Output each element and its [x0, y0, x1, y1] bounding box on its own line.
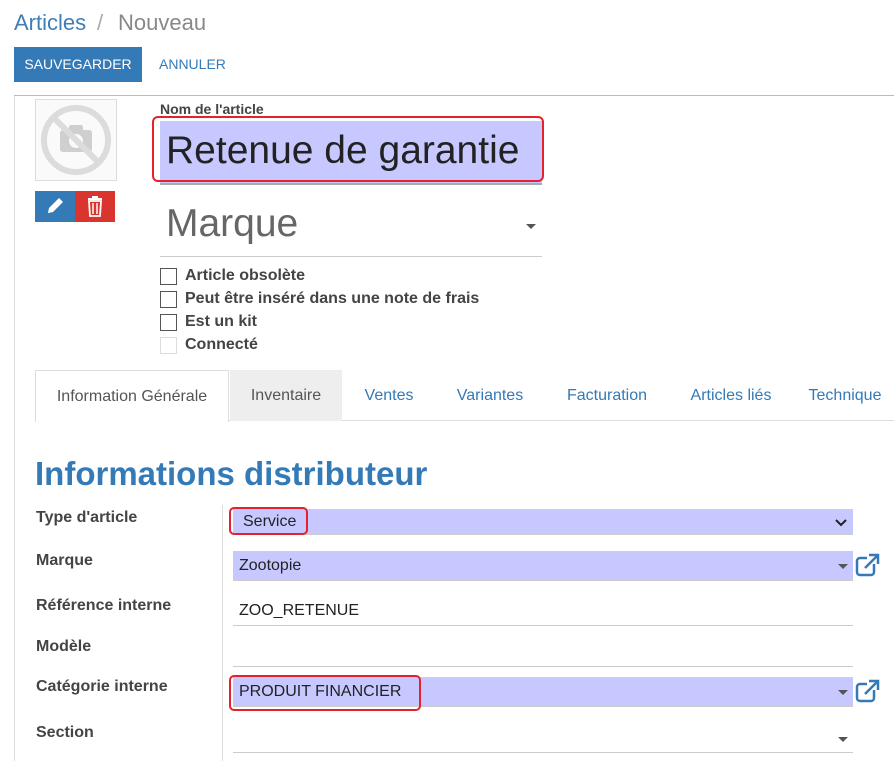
cancel-button[interactable]: ANNULER: [159, 47, 226, 82]
caret-down-icon: [838, 690, 848, 695]
external-link-icon[interactable]: [855, 679, 880, 704]
chevron-down-icon: [835, 519, 847, 527]
checkbox-label: Article obsolète: [185, 267, 306, 284]
breadcrumb-articles[interactable]: Articles: [14, 10, 86, 36]
reference-value: ZOO_RETENUE: [239, 602, 360, 619]
breadcrumb-current: Nouveau: [118, 10, 207, 35]
breadcrumb-separator: /: [97, 10, 104, 35]
caret-down-icon: [838, 737, 848, 742]
reference-input[interactable]: ZOO_RETENUE: [233, 596, 853, 626]
checkbox-connected: [160, 337, 177, 354]
tab-sales[interactable]: Ventes: [346, 370, 432, 421]
pencil-icon: [48, 198, 63, 213]
section-select[interactable]: [233, 723, 853, 753]
model-input[interactable]: [233, 637, 853, 667]
annotation-box-category: [229, 675, 421, 711]
field-label-reference: Référence interne: [36, 597, 172, 614]
delete-image-button[interactable]: [75, 191, 115, 222]
checkbox-expense-note[interactable]: [160, 291, 177, 308]
tab-general-info[interactable]: Information Générale: [35, 370, 229, 422]
field-label-type: Type d'article: [36, 509, 138, 526]
annotation-box-type: [229, 507, 308, 535]
field-label-category: Catégorie interne: [36, 678, 168, 695]
annotation-box-name: [152, 116, 544, 182]
tab-linked-articles[interactable]: Articles liés: [670, 370, 792, 421]
tab-technical[interactable]: Technique: [796, 370, 894, 421]
sheet-border: [14, 96, 15, 761]
field-label-model: Modèle: [36, 638, 92, 655]
trash-icon: [88, 196, 102, 217]
header-divider: [14, 95, 894, 96]
type-select[interactable]: Service: [233, 509, 853, 535]
checkbox-label: Est un kit: [185, 313, 258, 330]
brand-select[interactable]: Marque: [166, 202, 298, 246]
checkbox-label: Connecté: [185, 336, 258, 353]
brand-underline: [160, 256, 542, 257]
column-divider: [222, 505, 223, 761]
brand-field-select[interactable]: Zootopie: [233, 551, 853, 581]
tab-inventory[interactable]: Inventaire: [230, 370, 342, 421]
checkbox-kit[interactable]: [160, 314, 177, 331]
brand-field-value: Zootopie: [239, 557, 302, 574]
checkbox-obsolete[interactable]: [160, 268, 177, 285]
caret-down-icon: [838, 564, 848, 569]
caret-down-icon[interactable]: [526, 224, 536, 229]
checkbox-label: Peut être inséré dans une note de frais: [185, 290, 480, 307]
tab-variants[interactable]: Variantes: [436, 370, 544, 421]
field-label-section: Section: [36, 724, 94, 741]
field-label-brand: Marque: [36, 552, 93, 569]
tab-billing[interactable]: Facturation: [548, 370, 666, 421]
name-label: Nom de l'article: [160, 101, 264, 117]
save-button[interactable]: SAUVEGARDER: [14, 47, 142, 82]
section-title: Informations distributeur: [35, 455, 428, 492]
product-image[interactable]: [35, 99, 117, 181]
camera-disabled-icon: [41, 105, 111, 175]
external-link-icon[interactable]: [855, 553, 880, 578]
edit-image-button[interactable]: [35, 191, 75, 222]
